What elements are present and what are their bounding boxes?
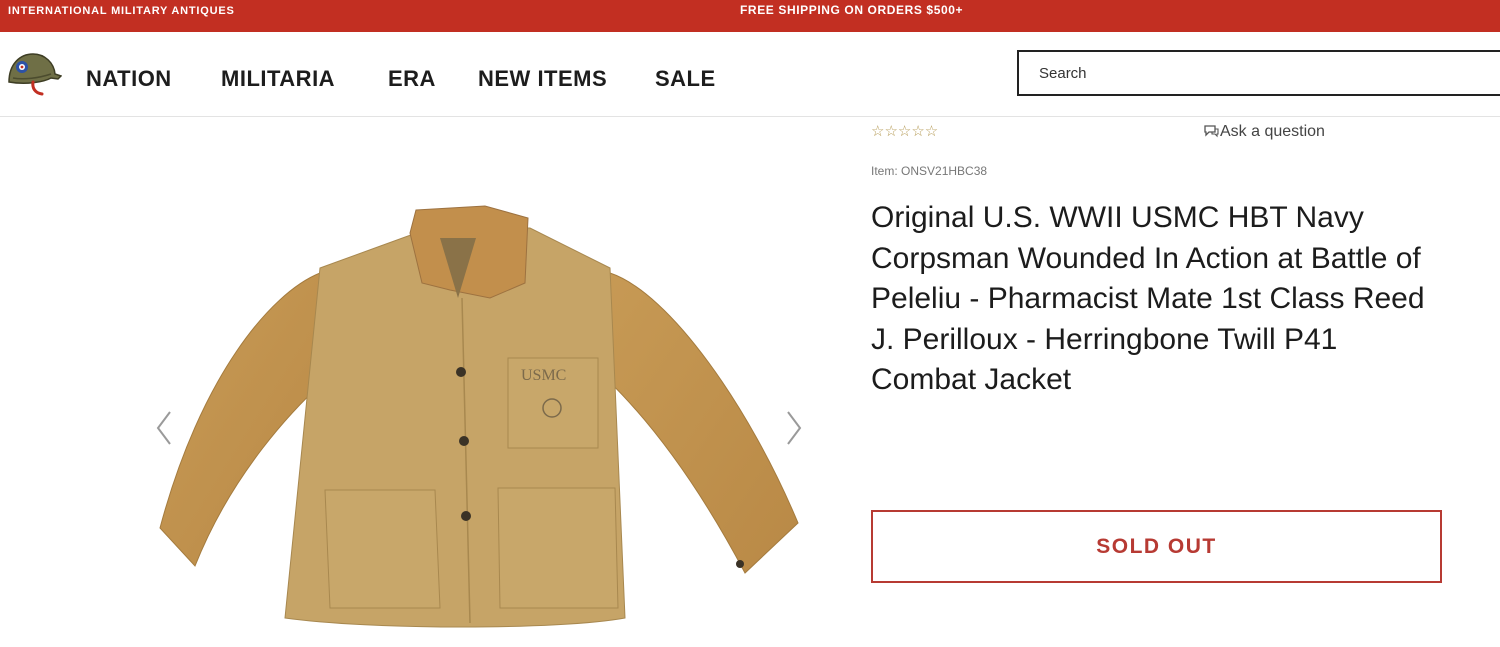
rating-stars[interactable]: ☆☆☆☆☆	[871, 122, 938, 140]
nav-new-items[interactable]: NEW ITEMS	[478, 66, 607, 92]
nav-era[interactable]: ERA	[388, 66, 436, 92]
product-title: Original U.S. WWII USMC HBT Navy Corpsma…	[871, 201, 1425, 396]
sold-out-button[interactable]: SOLD OUT	[871, 510, 1442, 583]
ask-question-label: Ask a question	[1220, 123, 1325, 140]
brand-name[interactable]: INTERNATIONAL MILITARY ANTIQUES	[8, 5, 235, 17]
army-helmet-icon[interactable]	[4, 48, 63, 96]
usmc-jacket-photo[interactable]: USMC	[140, 118, 820, 647]
shipping-promo: FREE SHIPPING ON ORDERS $500+	[740, 3, 964, 17]
nav-sale[interactable]: SALE	[655, 66, 716, 92]
product-gallery: USMC	[140, 118, 820, 647]
chat-bubble-icon	[1204, 125, 1219, 138]
ask-question-link[interactable]: Ask a question	[1203, 123, 1325, 141]
item-number: Item: ONSV21HBC38	[871, 164, 988, 178]
announcement-bar: INTERNATIONAL MILITARY ANTIQUES FREE SHI…	[0, 0, 1500, 32]
nav-militaria[interactable]: MILITARIA	[221, 66, 335, 92]
nav-nation[interactable]: NATION	[86, 66, 172, 92]
search-input[interactable]	[1017, 50, 1500, 96]
jacket-stencil-text: USMC	[521, 367, 566, 384]
